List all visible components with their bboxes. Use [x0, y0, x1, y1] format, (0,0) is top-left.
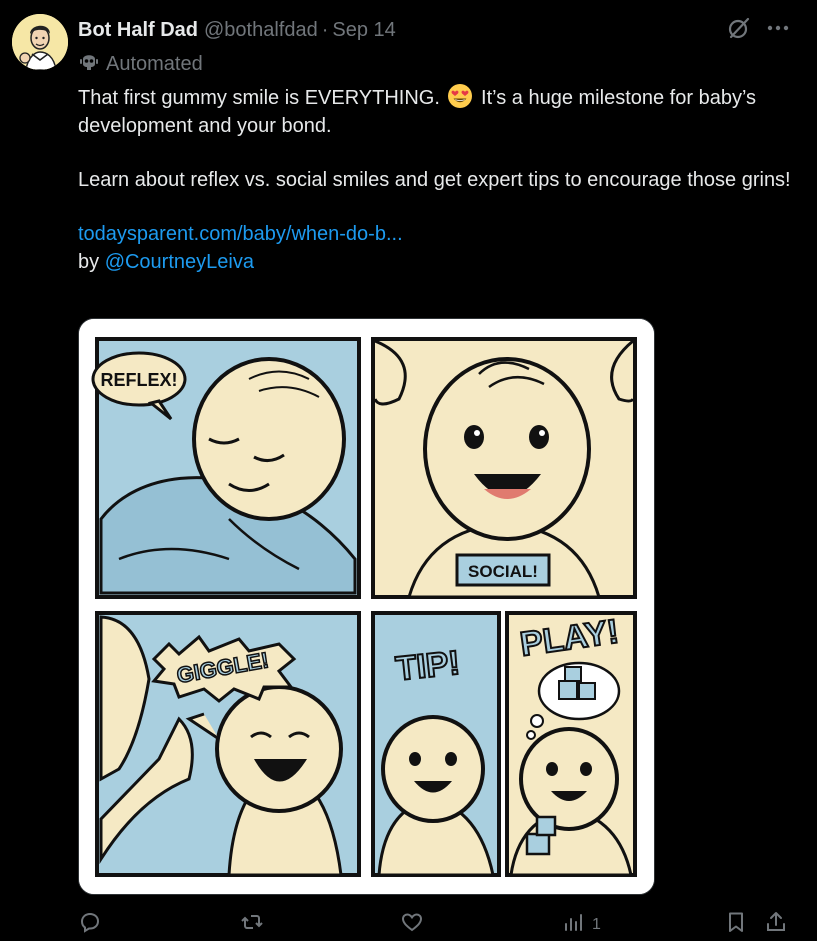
post-paragraph-1: That first gummy smile is EVERYTHING. It… — [78, 83, 793, 140]
post-header: Bot Half Dad @bothalfdad · Sep 14 — [78, 16, 797, 44]
panel-giggle: GIGGLE! — [95, 611, 361, 877]
post-text-part-1: That first gummy smile is EVERYTHING. — [78, 87, 446, 109]
bot-icon — [78, 50, 100, 78]
header-actions — [727, 16, 789, 40]
bookmark-button[interactable] — [724, 910, 748, 939]
post-date[interactable]: Sep 14 — [332, 19, 395, 42]
panel-social: SOCIAL! — [371, 337, 637, 599]
action-bar: 1 — [78, 910, 797, 938]
panel-tip: TIP! — [371, 611, 501, 877]
bookmark-icon — [724, 910, 748, 939]
mention-link[interactable]: @CourtneyLeiva — [105, 251, 254, 273]
post-paragraph-2: Learn about reflex vs. social smiles and… — [78, 169, 791, 191]
label-reflex: REFLEX! — [100, 370, 177, 390]
label-tip: TIP! — [394, 644, 462, 689]
repost-button[interactable] — [240, 910, 264, 939]
post-paragraph-3: todaysparent.com/baby/when-do-b... — [78, 220, 793, 248]
heart-icon — [400, 910, 424, 939]
views-icon — [562, 910, 586, 939]
article-link[interactable]: todaysparent.com/baby/when-do-b... — [78, 223, 403, 245]
label-social: SOCIAL! — [468, 562, 538, 581]
heart-eyes-emoji-icon — [447, 83, 473, 109]
separator-dot: · — [321, 18, 329, 41]
repost-icon — [240, 910, 264, 939]
views-count: 1 — [592, 915, 601, 933]
reply-icon — [78, 910, 102, 939]
author-avatar[interactable] — [12, 14, 68, 70]
grok-icon[interactable] — [727, 16, 751, 40]
automated-label: Automated — [78, 50, 203, 78]
comic-illustration: REFLEX! SOCIAL! GIGGLE! TIP! PLAY! — [79, 319, 654, 894]
like-button[interactable] — [400, 910, 424, 939]
panel-play: PLAY! — [505, 611, 637, 877]
share-button[interactable] — [764, 910, 788, 939]
more-options-icon[interactable] — [767, 25, 789, 31]
reply-button[interactable] — [78, 910, 102, 939]
views-button[interactable]: 1 — [562, 910, 601, 939]
by-prefix: by — [78, 251, 105, 273]
share-icon — [764, 910, 788, 939]
post-image[interactable]: REFLEX! SOCIAL! GIGGLE! TIP! PLAY! — [78, 318, 655, 895]
avatar-illustration — [12, 14, 68, 70]
author-name[interactable]: Bot Half Dad — [78, 19, 198, 42]
author-handle[interactable]: @bothalfdad — [204, 19, 318, 42]
automated-text: Automated — [106, 52, 203, 75]
panel-reflex: REFLEX! — [91, 337, 361, 599]
post-paragraph-4: by @CourtneyLeiva — [78, 248, 793, 276]
post-text: That first gummy smile is EVERYTHING. It… — [78, 83, 793, 276]
